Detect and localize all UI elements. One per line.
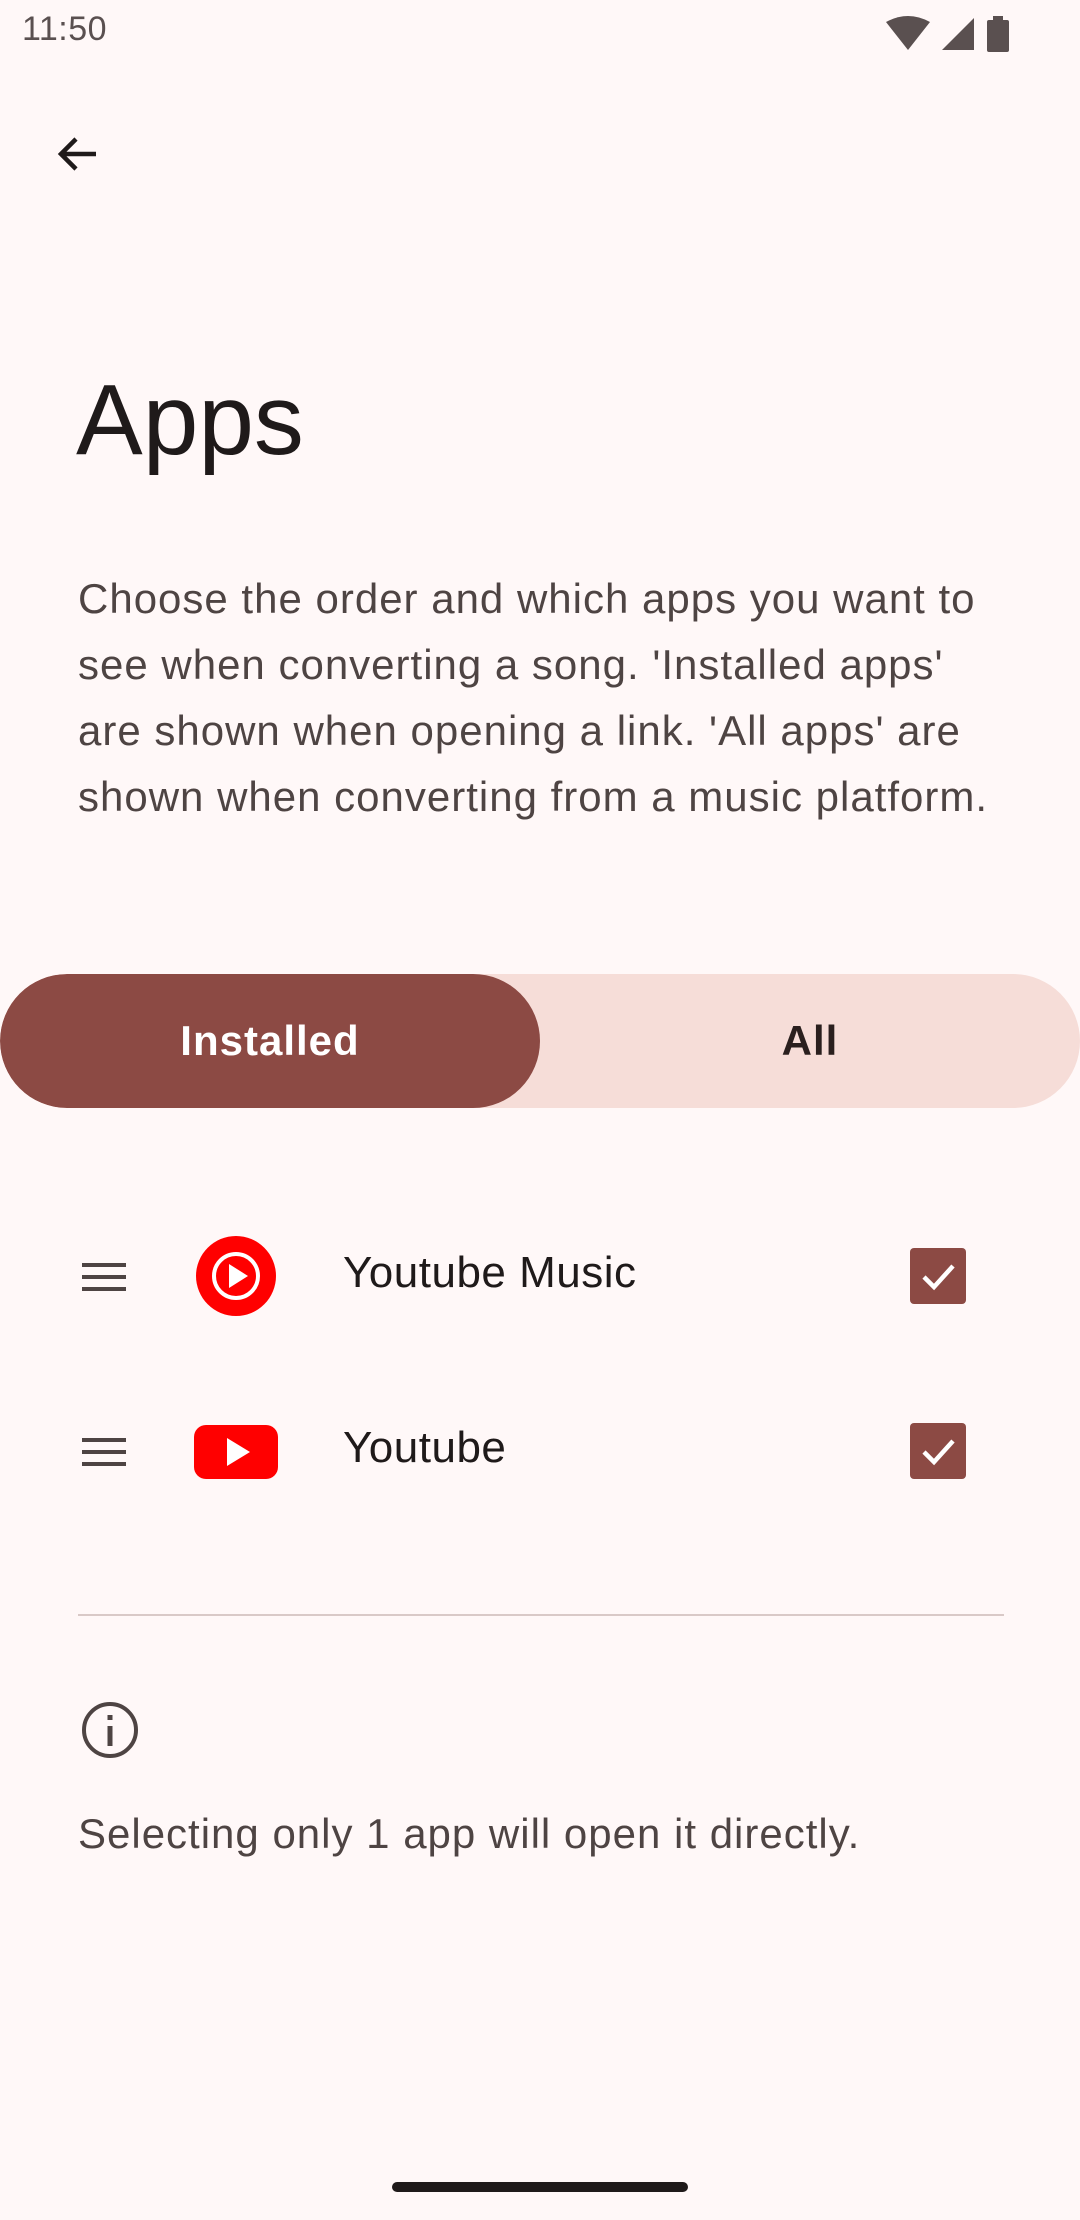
divider: [78, 1614, 1004, 1616]
segment-all[interactable]: All: [540, 974, 1080, 1108]
drag-handle[interactable]: [72, 1420, 136, 1484]
segmented-control: Installed All: [0, 974, 1080, 1108]
youtube-music-icon: [196, 1236, 276, 1316]
arrow-back-icon: [57, 137, 96, 171]
app-checkbox[interactable]: [910, 1423, 966, 1479]
youtube-icon: [194, 1425, 278, 1479]
app-checkbox[interactable]: [910, 1248, 966, 1304]
app-name: Youtube: [343, 1423, 507, 1472]
app-row-youtube: Youtube: [0, 1365, 1080, 1535]
checkmark-icon: [922, 1439, 955, 1466]
status-bar: 11:50: [0, 0, 1080, 66]
signal-icon: [942, 18, 974, 50]
app-row-youtube-music: Youtube Music: [0, 1190, 1080, 1360]
checkmark-icon: [922, 1264, 955, 1291]
status-icons: [886, 16, 1010, 52]
battery-icon: [987, 16, 1009, 52]
info-icon: [82, 1702, 138, 1758]
status-time: 11:50: [22, 10, 108, 48]
description-text: Choose the order and which apps you want…: [78, 575, 989, 820]
gesture-navigation-bar[interactable]: [392, 2182, 688, 2192]
info-text: Selecting only 1 app will open it direct…: [78, 1810, 861, 1857]
wifi-icon: [886, 16, 930, 50]
back-button[interactable]: [36, 112, 120, 196]
drag-handle[interactable]: [72, 1245, 136, 1309]
drag-handle-icon: [82, 1438, 126, 1466]
drag-handle-icon: [82, 1263, 126, 1291]
segment-installed[interactable]: Installed: [0, 974, 540, 1108]
apps-settings-screen: 11:50 Apps Choose the order and which ap…: [0, 0, 1080, 2220]
app-name: Youtube Music: [343, 1248, 637, 1297]
page-title: Apps: [76, 364, 304, 476]
